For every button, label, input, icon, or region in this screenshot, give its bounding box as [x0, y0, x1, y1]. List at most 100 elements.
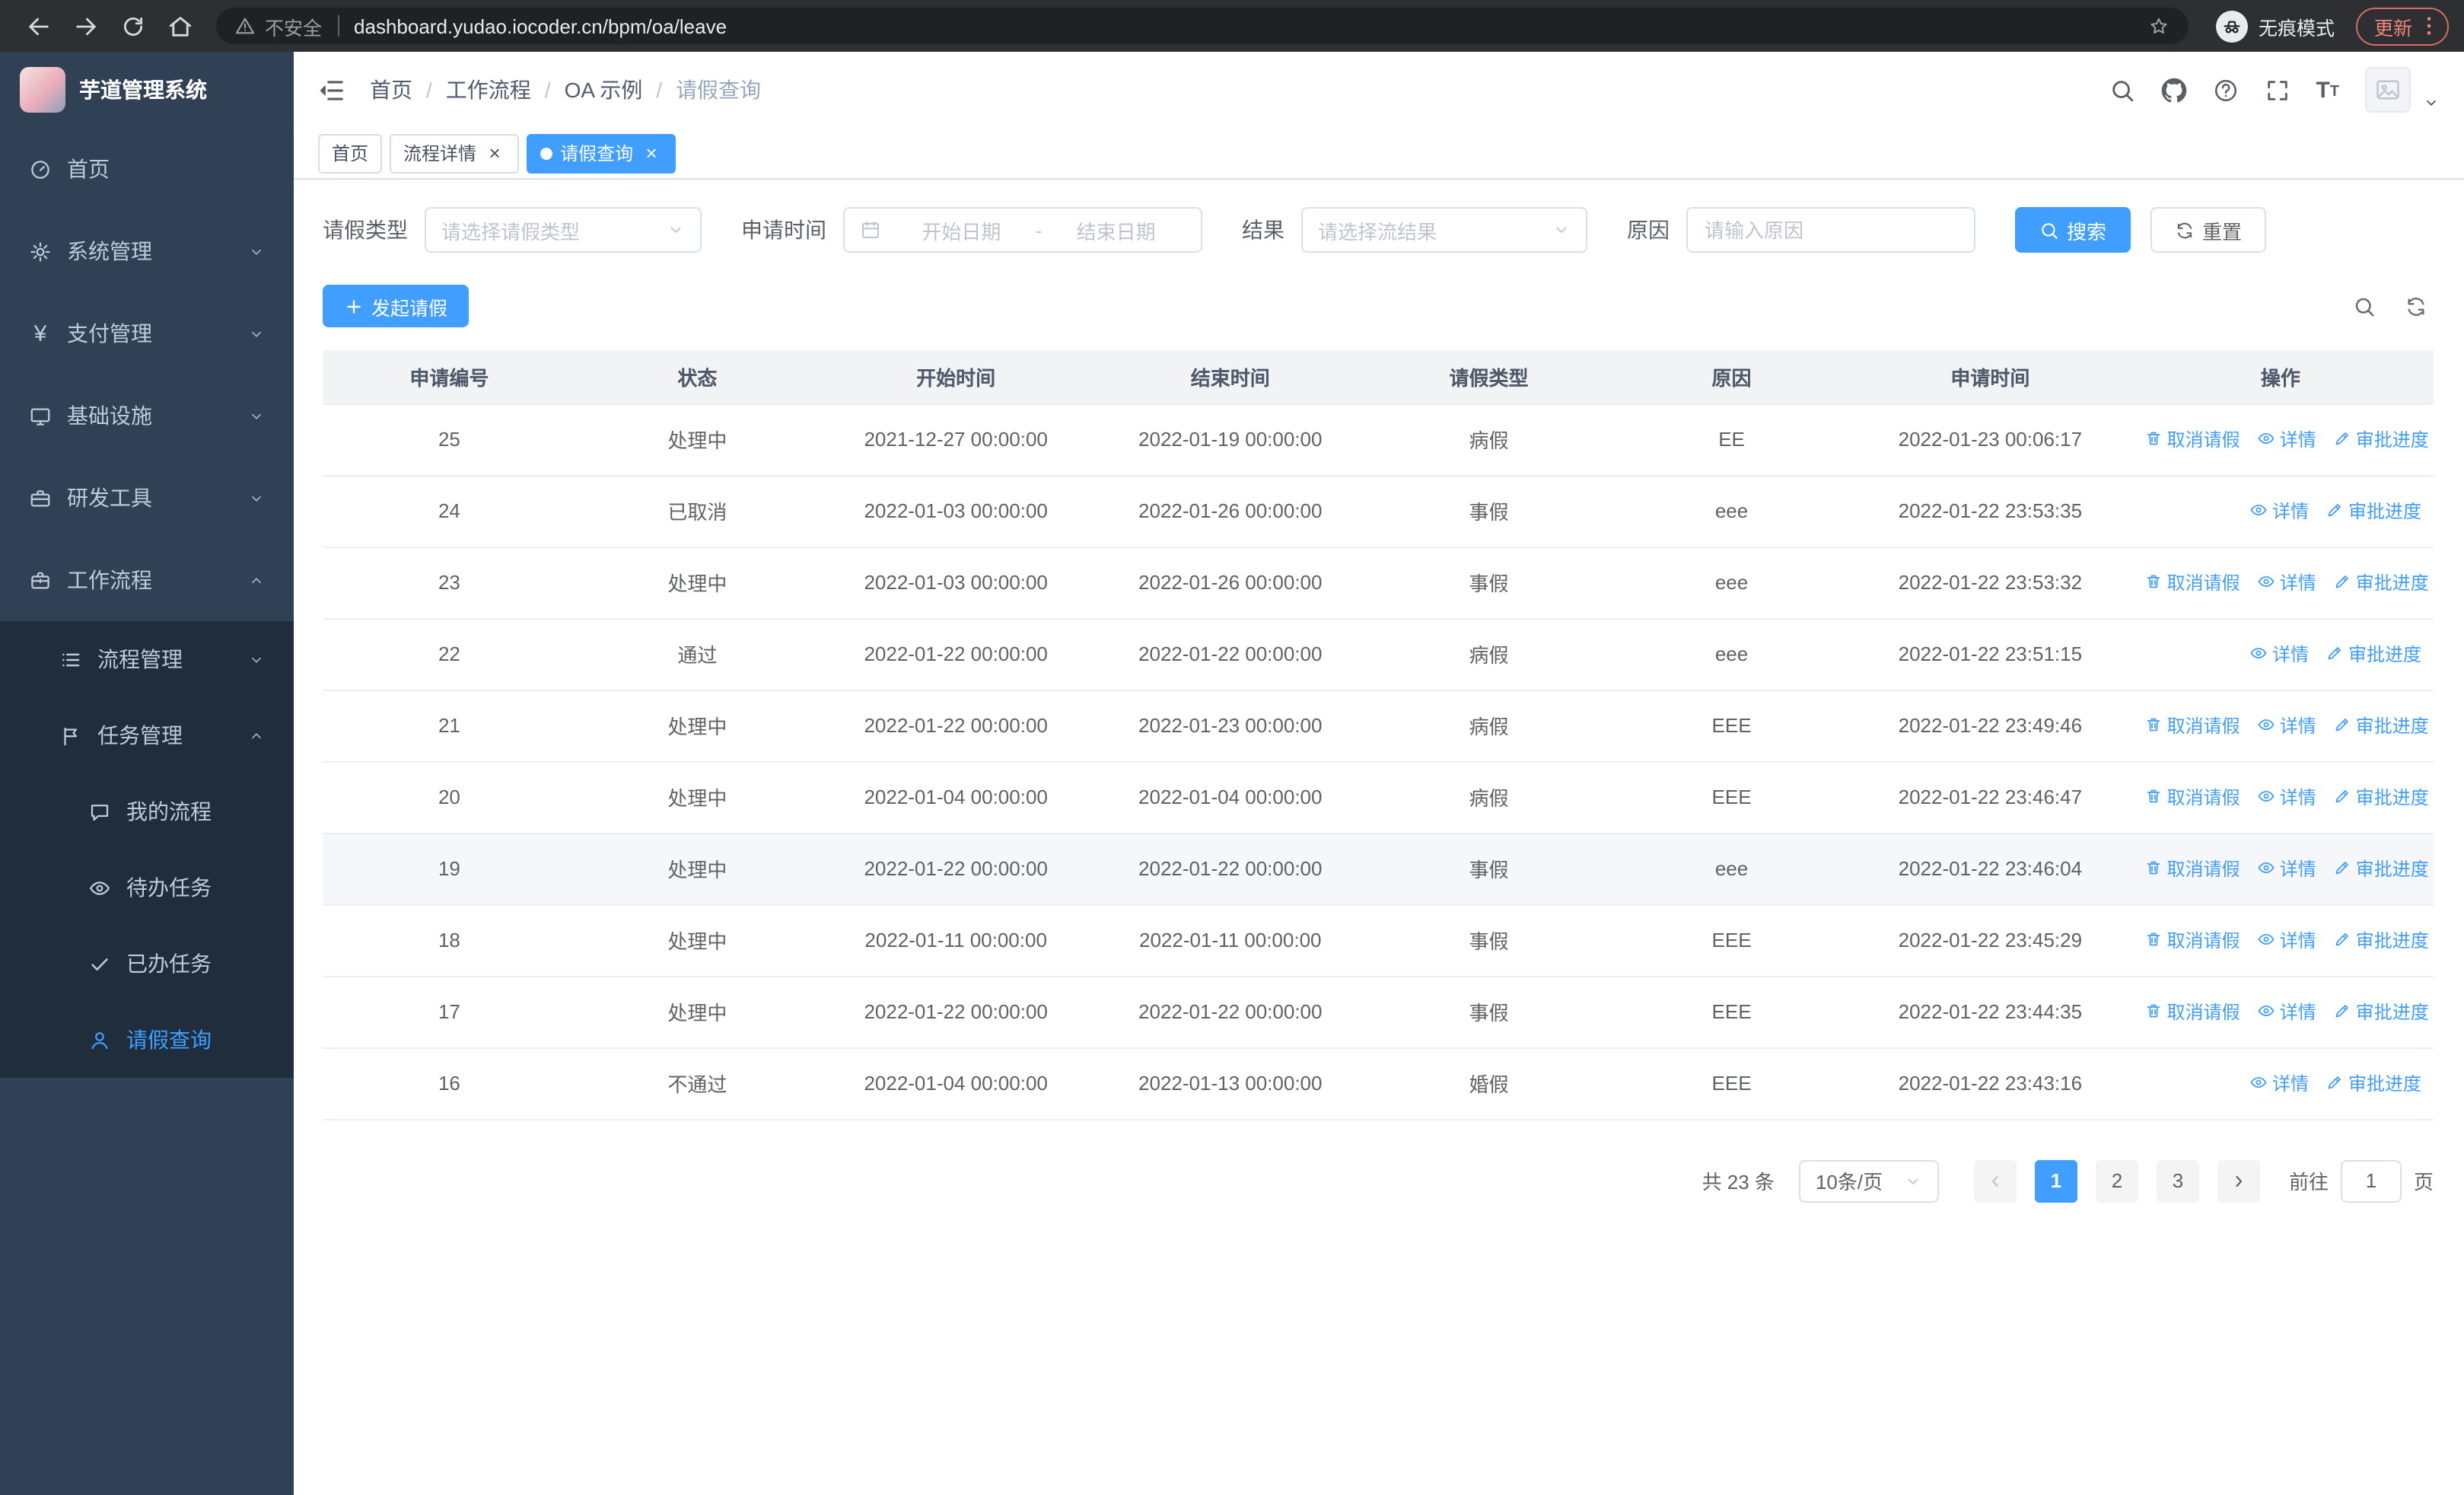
update-button[interactable]: 更新	[2355, 7, 2449, 45]
page-button-1[interactable]: 1	[2034, 1159, 2077, 1202]
goto-page-input[interactable]	[2340, 1159, 2402, 1202]
tab-process-detail[interactable]: 流程详情 ×	[390, 133, 520, 173]
progress-action-link[interactable]: 审批进度	[2333, 712, 2429, 738]
github-icon[interactable]	[2160, 77, 2186, 103]
font-size-icon[interactable]: TT	[2316, 78, 2339, 101]
table-row: 21 处理中 2022-01-22 00:00:00 2022-01-23 00:00…	[323, 690, 2434, 762]
result-select[interactable]: 请选择流结果	[1301, 207, 1587, 253]
reason-input[interactable]	[1686, 207, 1975, 253]
fullscreen-icon[interactable]	[2264, 77, 2290, 103]
user-avatar[interactable]	[2365, 67, 2411, 113]
detail-action-link[interactable]: 详情	[2249, 641, 2309, 667]
sidebar-item-payment-management[interactable]: ¥ 支付管理	[0, 292, 294, 375]
detail-action-link[interactable]: 详情	[2257, 784, 2316, 810]
table-toolbar: 发起请假	[323, 285, 2434, 327]
eye-icon	[2257, 788, 2275, 806]
leave-type-select[interactable]: 请选择请假类型	[425, 207, 702, 253]
page-button-3[interactable]: 3	[2156, 1159, 2199, 1202]
action-label: 审批进度	[2355, 786, 2429, 808]
sidebar-item-home[interactable]: 首页	[0, 128, 294, 210]
table-refresh-icon[interactable]	[2405, 295, 2427, 317]
cell-applied: 2022-01-22 23:46:04	[1853, 833, 2128, 905]
apply-time-range-picker[interactable]: 开始日期 - 结束日期	[843, 207, 1202, 253]
progress-action-link[interactable]: 审批进度	[2333, 426, 2429, 452]
progress-action-link[interactable]: 审批进度	[2326, 1070, 2421, 1096]
sidebar-item-task-management[interactable]: 任务管理	[0, 697, 294, 773]
toggle-search-icon[interactable]	[2353, 295, 2376, 317]
apply-time-filter: 申请时间 开始日期 - 结束日期	[741, 207, 1202, 253]
tab-close-icon[interactable]: ×	[484, 142, 505, 164]
sidebar-item-todo-tasks[interactable]: 待办任务	[0, 850, 294, 926]
detail-action-link[interactable]: 详情	[2249, 498, 2309, 524]
viewport: 不安全 dashboard.yudao.iocoder.cn/bpm/oa/le…	[0, 0, 2464, 1495]
forward-icon[interactable]	[73, 13, 99, 39]
breadcrumb-item[interactable]: 工作流程	[446, 75, 531, 105]
search-button[interactable]: 搜索	[2015, 207, 2131, 253]
sidebar-item-dev-tools[interactable]: 研发工具	[0, 457, 294, 539]
cancel-action-link[interactable]: 取消请假	[2144, 569, 2240, 595]
detail-action-link[interactable]: 详情	[2249, 1070, 2309, 1096]
sidebar-item-system-management[interactable]: 系统管理	[0, 210, 294, 292]
cancel-action-link[interactable]: 取消请假	[2144, 927, 2240, 953]
not-secure-label: 不安全	[265, 18, 323, 39]
progress-action-link[interactable]: 审批进度	[2333, 569, 2429, 595]
cancel-action-link[interactable]: 取消请假	[2144, 784, 2240, 810]
create-leave-button[interactable]: 发起请假	[323, 285, 470, 327]
sidebar-item-process-management[interactable]: 流程管理	[0, 621, 294, 697]
refresh-icon	[2175, 220, 2195, 240]
reload-icon[interactable]	[120, 13, 146, 39]
column-header: 原因	[1610, 350, 1854, 404]
prev-page-button[interactable]	[1973, 1159, 2017, 1202]
breadcrumb-item[interactable]: OA 示例	[565, 75, 643, 105]
sidebar-item-infrastructure[interactable]: 基础设施	[0, 375, 294, 457]
detail-action-link[interactable]: 详情	[2257, 712, 2316, 738]
sidebar-item-workflow[interactable]: 工作流程	[0, 539, 294, 621]
cancel-action-link[interactable]: 取消请假	[2144, 856, 2240, 881]
detail-action-link[interactable]: 详情	[2257, 927, 2316, 953]
page-button-2[interactable]: 2	[2095, 1159, 2138, 1202]
home-icon[interactable]	[167, 13, 193, 39]
app-frame: 芋道管理系统 首页 系统管理 ¥ 支付管理 基础设施 研发工具 工作流程 流程管理 任务管理 我的…	[0, 52, 2464, 1495]
breadcrumb-item[interactable]: 首页	[370, 75, 412, 105]
edit-icon	[2326, 1074, 2344, 1092]
progress-action-link[interactable]: 审批进度	[2333, 856, 2429, 881]
next-page-button[interactable]	[2217, 1159, 2260, 1202]
reset-button[interactable]: 重置	[2150, 207, 2267, 253]
cell-reason: eee	[1610, 475, 1854, 547]
user-icon	[88, 1028, 111, 1051]
progress-action-link[interactable]: 审批进度	[2326, 641, 2421, 667]
tab-close-icon[interactable]: ×	[641, 142, 662, 164]
bookmark-star-icon[interactable]	[2147, 14, 2170, 37]
sidebar-item-leave-query[interactable]: 请假查询	[0, 1002, 294, 1078]
action-label: 取消请假	[2166, 858, 2240, 880]
action-label: 取消请假	[2166, 572, 2240, 594]
browser-bar: 不安全 dashboard.yudao.iocoder.cn/bpm/oa/le…	[0, 0, 2464, 52]
detail-action-link[interactable]: 详情	[2257, 999, 2316, 1025]
progress-action-link[interactable]: 审批进度	[2333, 927, 2429, 953]
sidebar-item-done-tasks[interactable]: 已办任务	[0, 926, 294, 1002]
progress-action-link[interactable]: 审批进度	[2333, 999, 2429, 1025]
action-label: 审批进度	[2355, 929, 2429, 952]
sidebar-item-my-process[interactable]: 我的流程	[0, 773, 294, 850]
header-search-icon[interactable]	[2109, 77, 2135, 103]
cancel-action-link[interactable]: 取消请假	[2144, 426, 2240, 452]
address-bar[interactable]: 不安全 dashboard.yudao.iocoder.cn/bpm/oa/le…	[216, 8, 2189, 44]
eye-icon	[2257, 931, 2275, 949]
kebab-menu-icon[interactable]	[2417, 14, 2441, 38]
page-size-select[interactable]: 10条/页	[1798, 1159, 1939, 1202]
back-icon[interactable]	[26, 13, 52, 39]
detail-action-link[interactable]: 详情	[2257, 856, 2316, 881]
help-icon[interactable]	[2212, 77, 2238, 103]
user-menu-caret-icon[interactable]	[2423, 94, 2440, 110]
tab-leave-query[interactable]: 请假查询 ×	[527, 133, 676, 173]
sidebar-collapse-icon[interactable]	[317, 75, 345, 104]
action-label: 详情	[2279, 858, 2316, 880]
logo[interactable]: 芋道管理系统	[0, 52, 294, 128]
cancel-action-link[interactable]: 取消请假	[2144, 999, 2240, 1025]
progress-action-link[interactable]: 审批进度	[2333, 784, 2429, 810]
tab-home[interactable]: 首页	[318, 133, 383, 173]
progress-action-link[interactable]: 审批进度	[2326, 498, 2421, 524]
cancel-action-link[interactable]: 取消请假	[2144, 712, 2240, 738]
detail-action-link[interactable]: 详情	[2257, 426, 2316, 452]
detail-action-link[interactable]: 详情	[2257, 569, 2316, 595]
